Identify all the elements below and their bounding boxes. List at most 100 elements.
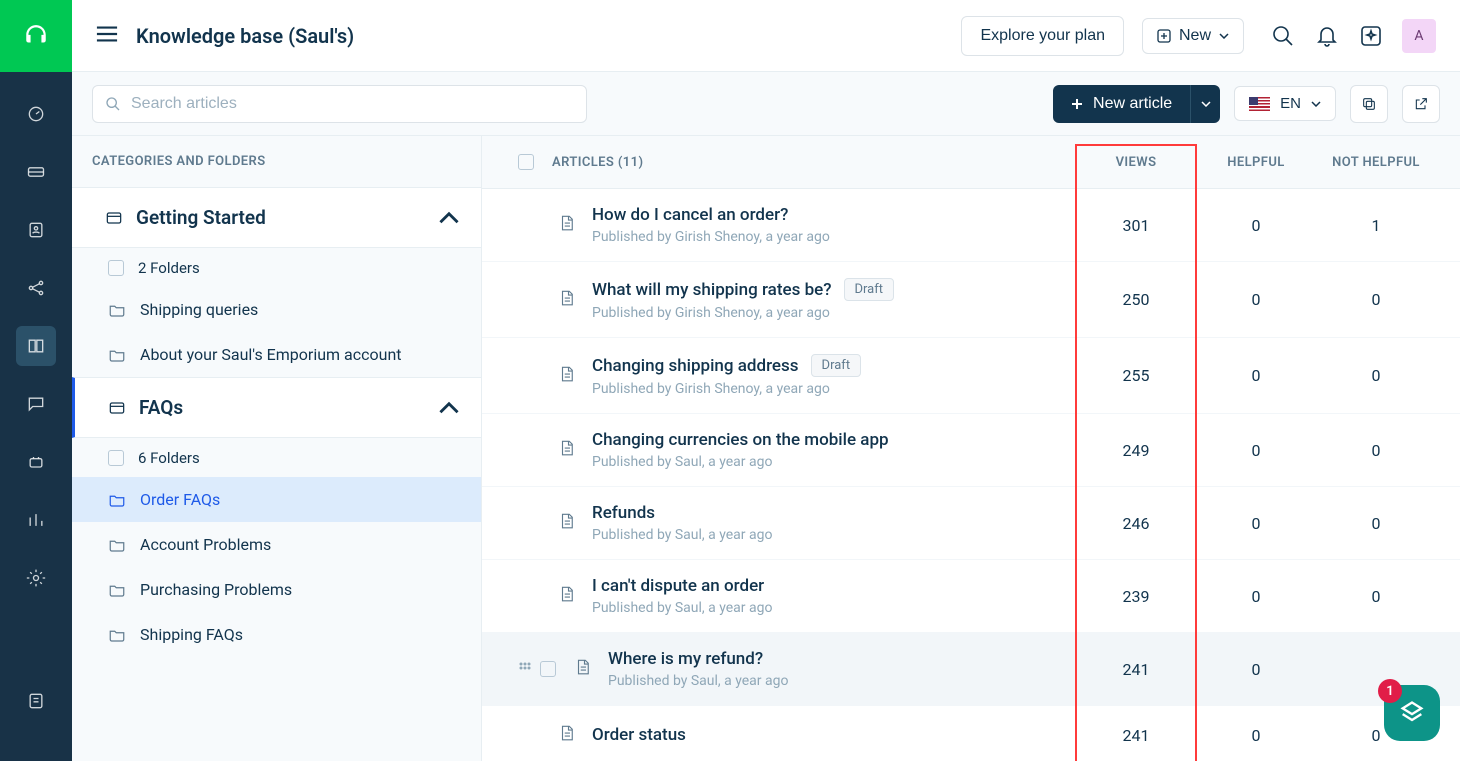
folder-count-checkbox[interactable]	[108, 260, 124, 276]
helpful-cell: 0	[1196, 441, 1316, 460]
folder-label: Order FAQs	[140, 490, 220, 509]
chevron-up-icon	[439, 208, 459, 228]
article-title: I can't dispute an order	[592, 576, 764, 596]
helpful-cell: 0	[1196, 587, 1316, 606]
folder-icon	[108, 346, 126, 364]
folder-icon	[108, 581, 126, 599]
views-cell: 246	[1076, 514, 1196, 533]
articles-panel: ARTICLES (11) VIEWS HELPFUL NOT HELPFUL …	[482, 136, 1460, 761]
chevron-up-icon	[439, 398, 459, 418]
nav-reports[interactable]	[16, 500, 56, 540]
views-cell: 239	[1076, 587, 1196, 606]
categories-header: CATEGORIES AND FOLDERS	[72, 136, 481, 187]
folder-count-label: 2 Folders	[138, 259, 200, 277]
left-nav-rail	[0, 0, 72, 761]
copy-button[interactable]	[1350, 85, 1388, 123]
views-cell: 250	[1076, 290, 1196, 309]
helpful-cell: 0	[1196, 660, 1316, 679]
explore-plan-button[interactable]: Explore your plan	[961, 16, 1124, 56]
col-helpful: HELPFUL	[1196, 155, 1316, 170]
article-subtitle: Published by Saul, a year ago	[608, 673, 1076, 689]
article-row[interactable]: RefundsPublished by Saul, a year ago2460…	[482, 487, 1460, 560]
article-title: Where is my refund?	[608, 649, 763, 669]
folder-count-label: 6 Folders	[138, 449, 200, 467]
draft-badge: Draft	[811, 354, 862, 377]
views-cell: 249	[1076, 441, 1196, 460]
folder-label: About your Saul's Emporium account	[140, 345, 402, 364]
folder-label: Purchasing Problems	[140, 580, 292, 599]
folder-item[interactable]: Order FAQs	[72, 477, 481, 522]
folder-label: Shipping queries	[140, 300, 258, 319]
folder-label: Shipping FAQs	[140, 625, 243, 644]
folder-item[interactable]: Account Problems	[72, 522, 481, 567]
article-subtitle: Published by Girish Shenoy, a year ago	[592, 381, 1076, 397]
views-cell: 255	[1076, 366, 1196, 385]
bell-icon[interactable]	[1314, 23, 1340, 49]
article-title: Changing currencies on the mobile app	[592, 430, 889, 450]
open-external-button[interactable]	[1402, 85, 1440, 123]
document-icon	[558, 583, 576, 609]
not-helpful-cell: 0	[1316, 587, 1436, 606]
language-selector[interactable]: EN	[1234, 86, 1336, 121]
article-title: Changing shipping address	[592, 356, 799, 376]
nav-knowledge-base[interactable]	[16, 326, 56, 366]
menu-toggle-icon[interactable]	[96, 25, 118, 47]
brand-logo[interactable]	[0, 0, 72, 72]
article-subtitle: Published by Girish Shenoy, a year ago	[592, 229, 1076, 245]
article-row[interactable]: Changing shipping address Draft Published …	[482, 338, 1460, 414]
toolbar: New article EN	[72, 72, 1460, 136]
helpful-cell: 0	[1196, 514, 1316, 533]
folder-item[interactable]: Purchasing Problems	[72, 567, 481, 612]
document-icon	[558, 722, 576, 748]
categories-panel: CATEGORIES AND FOLDERS Getting Started 2 …	[72, 136, 482, 761]
document-icon	[558, 510, 576, 536]
drag-handle-icon[interactable]	[518, 660, 532, 679]
article-row[interactable]: Where is my refund? Published by Saul, a …	[482, 633, 1460, 706]
category-group: Getting Started	[72, 187, 481, 248]
article-row[interactable]: Order status24100	[482, 706, 1460, 761]
nav-bot[interactable]	[16, 442, 56, 482]
article-row[interactable]: Changing currencies on the mobile appPub…	[482, 414, 1460, 487]
nav-tickets[interactable]	[16, 152, 56, 192]
select-all-checkbox[interactable]	[518, 154, 534, 170]
new-article-button[interactable]: New article	[1053, 85, 1190, 123]
new-button-label: New	[1179, 27, 1211, 45]
document-icon	[574, 656, 592, 682]
avatar[interactable]: A	[1402, 19, 1436, 53]
helpful-cell: 0	[1196, 290, 1316, 309]
category-header[interactable]: Getting Started	[72, 188, 481, 247]
folder-count-checkbox[interactable]	[108, 450, 124, 466]
category-header[interactable]: FAQs	[75, 378, 481, 437]
search-input[interactable]	[131, 95, 574, 113]
search-icon[interactable]	[1270, 23, 1296, 49]
nav-contacts[interactable]	[16, 210, 56, 250]
category-group: FAQs	[72, 377, 481, 438]
folder-item[interactable]: About your Saul's Emporium account	[72, 332, 481, 377]
folder-count-row: 6 Folders	[72, 439, 481, 477]
article-row[interactable]: How do I cancel an order? Published by Gi…	[482, 189, 1460, 262]
sparkle-icon[interactable]	[1358, 23, 1384, 49]
draft-badge: Draft	[844, 278, 895, 301]
category-title: FAQs	[139, 396, 427, 419]
nav-social[interactable]	[16, 268, 56, 308]
row-checkbox[interactable]	[540, 661, 556, 677]
not-helpful-cell: 0	[1316, 366, 1436, 385]
folder-item[interactable]: Shipping queries	[72, 287, 481, 332]
article-row[interactable]: What will my shipping rates be?DraftPubl…	[482, 262, 1460, 338]
nav-settings[interactable]	[16, 558, 56, 598]
articles-count-label: ARTICLES (11)	[552, 155, 1076, 170]
new-button[interactable]: New	[1142, 18, 1244, 54]
folder-icon	[108, 626, 126, 644]
folder-label: Account Problems	[140, 535, 271, 554]
new-article-dropdown[interactable]	[1190, 85, 1220, 123]
nav-dashboard[interactable]	[16, 94, 56, 134]
help-widget[interactable]: 1	[1384, 685, 1440, 741]
article-title: How do I cancel an order?	[592, 205, 788, 225]
nav-notes[interactable]	[16, 681, 56, 721]
folder-item[interactable]: Shipping FAQs	[72, 612, 481, 657]
article-subtitle: Published by Saul, a year ago	[592, 527, 1076, 543]
document-icon	[558, 363, 576, 389]
views-cell: 241	[1076, 726, 1196, 745]
article-row[interactable]: I can't dispute an orderPublished by Sau…	[482, 560, 1460, 633]
nav-chat[interactable]	[16, 384, 56, 424]
